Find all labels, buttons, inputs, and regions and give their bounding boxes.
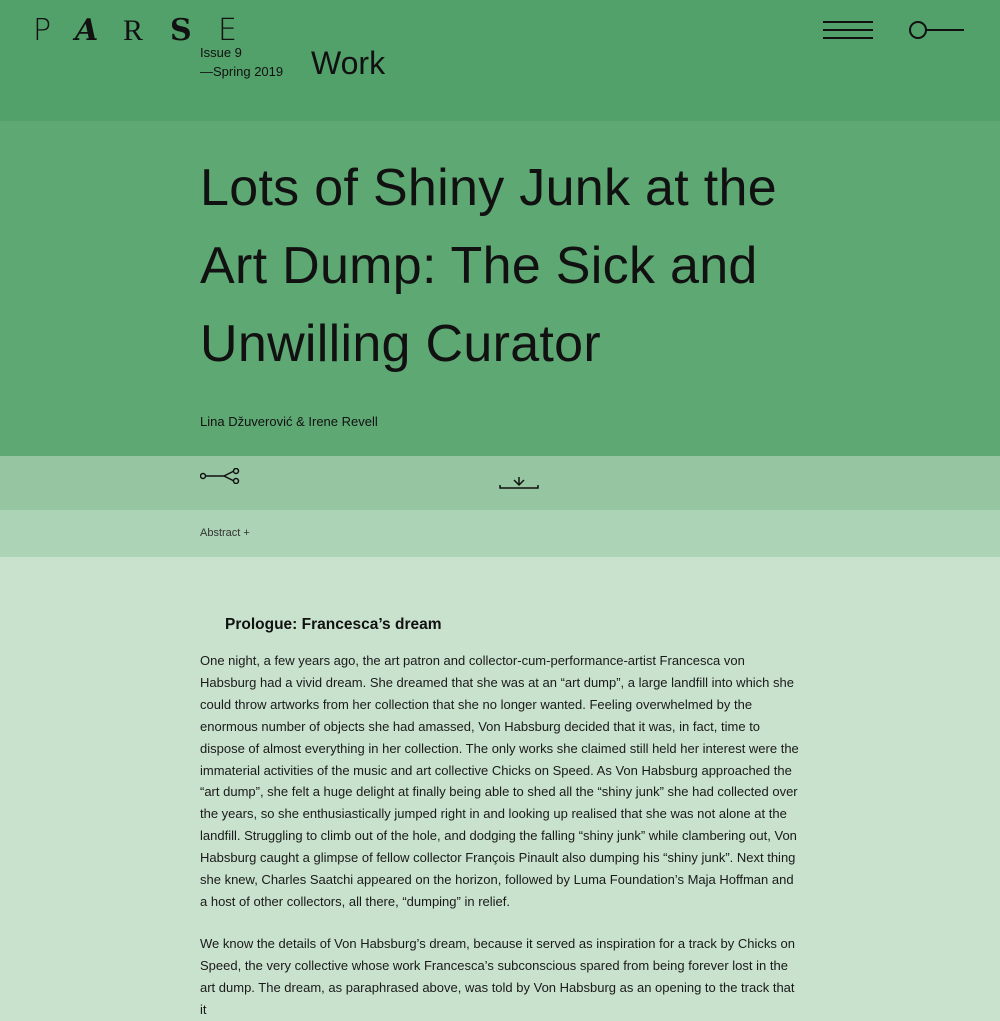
article-body: Prologue: Francesca’s dream One night, a…	[0, 557, 1000, 1017]
logo-letter-a: A	[75, 13, 99, 48]
logo-letter-p: P	[33, 13, 52, 48]
body-paragraph: We know the details of Von Habsburg’s dr…	[200, 936, 795, 1017]
share-icon[interactable]	[200, 468, 240, 484]
article-hero: Lots of Shiny Junk at the Art Dump: The …	[0, 121, 1000, 456]
body-paragraph: One night, a few years ago, the art patr…	[200, 653, 799, 909]
logo-letter-r: R	[123, 14, 144, 47]
issue-info[interactable]: Issue 9 —Spring 2019	[200, 43, 283, 81]
article-title: Lots of Shiny Junk at the Art Dump: The …	[200, 159, 777, 373]
issue-season: —Spring 2019	[200, 64, 284, 79]
download-icon[interactable]	[499, 476, 539, 490]
abstract-toggle[interactable]: Abstract +	[200, 527, 250, 539]
hamburger-menu-icon[interactable]	[823, 21, 873, 39]
site-header: P A R S E Issue 9 —Spring 2019 Work	[0, 0, 1000, 121]
article-toolbar	[0, 456, 1000, 510]
article-authors[interactable]: Lina Džuverović & Irene Revell	[200, 414, 378, 429]
search-icon[interactable]	[908, 19, 966, 41]
section-title[interactable]: Work	[311, 43, 385, 83]
section-subheading: Prologue: Francesca’s dream	[225, 616, 442, 633]
abstract-bar: Abstract +	[0, 510, 1000, 557]
issue-number: Issue 9	[200, 45, 242, 60]
